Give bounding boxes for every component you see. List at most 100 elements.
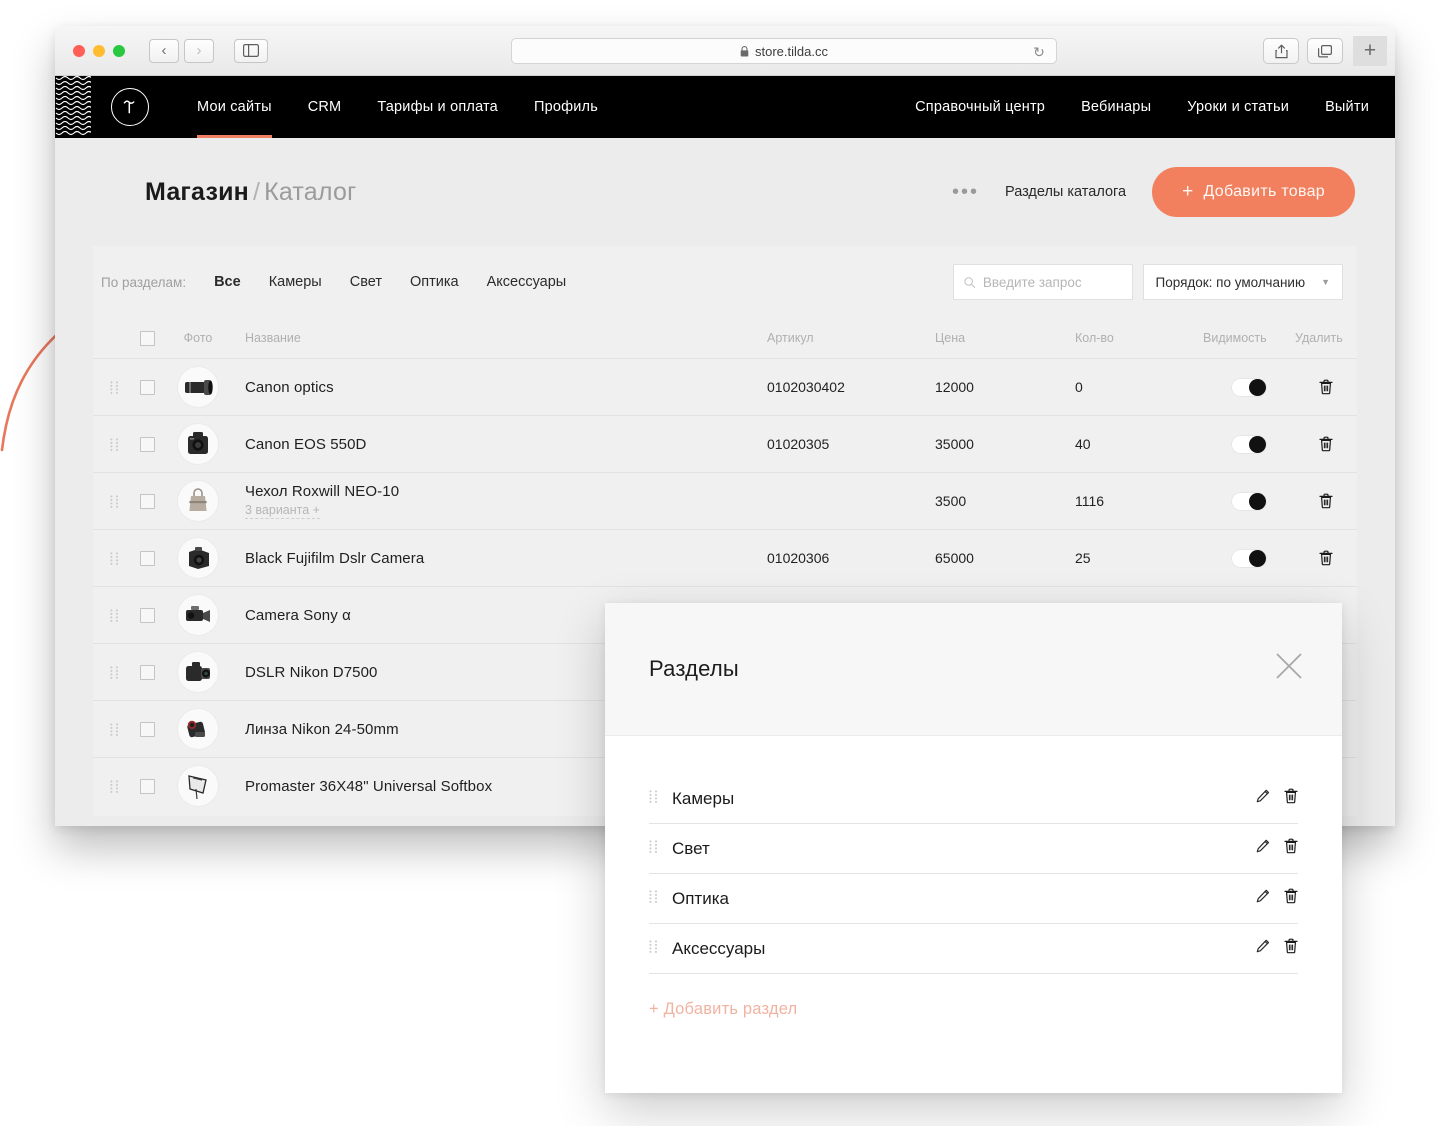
row-delete-button[interactable] [1295,550,1357,566]
section-row[interactable]: Свет [649,824,1298,874]
section-row[interactable]: Камеры [649,774,1298,824]
section-delete-button[interactable] [1284,938,1298,959]
nav-link-tariffs[interactable]: Тарифы и оплата [359,76,516,138]
table-row[interactable]: Black Fujifilm Dslr Camera 01020306 65000 2… [93,529,1357,586]
close-window-button[interactable] [73,44,85,57]
section-delete-button[interactable] [1284,888,1298,909]
row-drag-handle[interactable] [101,779,127,793]
add-section-link[interactable]: + Добавить раздел [649,1000,1298,1019]
address-bar[interactable]: store.tilda.cc ↻ [511,38,1057,64]
filter-chip-all[interactable]: Все [200,274,255,290]
drag-handle-icon[interactable] [649,839,658,853]
trash-icon[interactable] [1319,550,1333,566]
maximize-window-button[interactable] [113,44,125,57]
filter-chip-optics[interactable]: Оптика [396,274,473,290]
row-drag-handle[interactable] [101,494,127,508]
filter-chip-accessories[interactable]: Аксессуары [473,274,581,290]
row-checkbox[interactable] [127,493,167,509]
select-all-checkbox[interactable] [127,330,167,346]
drag-handle-icon[interactable] [649,789,658,803]
nav-link-logout[interactable]: Выйти [1307,76,1387,138]
trash-icon[interactable] [1284,888,1298,904]
table-row[interactable]: Canon EOS 550D 01020305 35000 40 [93,415,1357,472]
row-photo[interactable] [167,480,229,522]
row-checkbox[interactable] [127,778,167,794]
row-visibility-toggle[interactable] [1203,491,1295,511]
trash-icon[interactable] [1319,436,1333,452]
row-name-cell[interactable]: Black Fujifilm Dslr Camera [229,550,767,567]
tilda-logo[interactable] [111,88,149,126]
filter-chip-light[interactable]: Свет [336,274,396,290]
drag-handle-icon[interactable] [109,380,119,394]
breadcrumb-parent[interactable]: Магазин [145,178,249,206]
trash-icon[interactable] [1284,788,1298,804]
row-checkbox[interactable] [127,664,167,680]
row-photo[interactable] [167,537,229,579]
nav-link-webinars[interactable]: Вебинары [1063,76,1169,138]
row-photo[interactable] [167,651,229,693]
drag-handle-icon[interactable] [109,779,119,793]
row-photo[interactable] [167,423,229,465]
nav-link-my-sites[interactable]: Мои сайты [179,76,290,138]
catalog-sections-link[interactable]: Разделы каталога [1005,184,1126,200]
trash-icon[interactable] [1319,493,1333,509]
row-checkbox[interactable] [127,721,167,737]
section-edit-button[interactable] [1255,789,1270,809]
trash-icon[interactable] [1319,379,1333,395]
section-drag-handle[interactable] [649,889,658,908]
row-drag-handle[interactable] [101,608,127,622]
drag-handle-icon[interactable] [109,665,119,679]
new-tab-button[interactable]: + [1353,36,1387,66]
row-visibility-toggle[interactable] [1203,377,1295,397]
trash-icon[interactable] [1284,838,1298,854]
drag-handle-icon[interactable] [109,722,119,736]
row-checkbox[interactable] [127,550,167,566]
table-row[interactable]: Canon optics 0102030402 12000 0 [93,358,1357,415]
section-drag-handle[interactable] [649,839,658,858]
search-input[interactable] [982,274,1122,290]
minimize-window-button[interactable] [93,44,105,57]
row-checkbox[interactable] [127,436,167,452]
drag-handle-icon[interactable] [109,494,119,508]
section-row[interactable]: Аксессуары [649,924,1298,974]
row-drag-handle[interactable] [101,722,127,736]
row-photo[interactable] [167,366,229,408]
edit-icon[interactable] [1255,839,1270,854]
row-visibility-toggle[interactable] [1203,548,1295,568]
drag-handle-icon[interactable] [109,608,119,622]
section-drag-handle[interactable] [649,939,658,958]
row-checkbox[interactable] [127,607,167,623]
row-photo[interactable] [167,708,229,750]
edit-icon[interactable] [1255,889,1270,904]
product-variants-link[interactable]: 3 варианта + [245,503,320,519]
nav-link-crm[interactable]: CRM [290,76,360,138]
row-name-cell[interactable]: Canon EOS 550D [229,436,767,453]
back-button[interactable]: ‹ [149,38,179,63]
drag-handle-icon[interactable] [109,551,119,565]
drag-handle-icon[interactable] [109,437,119,451]
section-row[interactable]: Оптика [649,874,1298,924]
search-box[interactable] [952,264,1133,300]
more-options-button[interactable]: ••• [952,182,979,202]
forward-button[interactable]: › [184,38,214,63]
row-photo[interactable] [167,765,229,807]
drag-handle-icon[interactable] [649,889,658,903]
section-edit-button[interactable] [1255,889,1270,909]
section-drag-handle[interactable] [649,789,658,808]
drag-handle-icon[interactable] [649,939,658,953]
sidebar-toggle-button[interactable] [234,38,268,63]
reload-button[interactable]: ↻ [1030,43,1048,61]
sort-select[interactable]: Порядок: по умолчанию ▼ [1142,264,1343,300]
nav-link-lessons[interactable]: Уроки и статьи [1169,76,1307,138]
section-edit-button[interactable] [1255,839,1270,859]
add-product-button[interactable]: + Добавить товар [1152,167,1355,217]
row-drag-handle[interactable] [101,437,127,451]
row-delete-button[interactable] [1295,379,1357,395]
trash-icon[interactable] [1284,938,1298,954]
edit-icon[interactable] [1255,939,1270,954]
row-name-cell[interactable]: Canon optics [229,379,767,396]
row-checkbox[interactable] [127,379,167,395]
filter-chip-cameras[interactable]: Камеры [255,274,336,290]
row-visibility-toggle[interactable] [1203,434,1295,454]
row-photo[interactable] [167,594,229,636]
